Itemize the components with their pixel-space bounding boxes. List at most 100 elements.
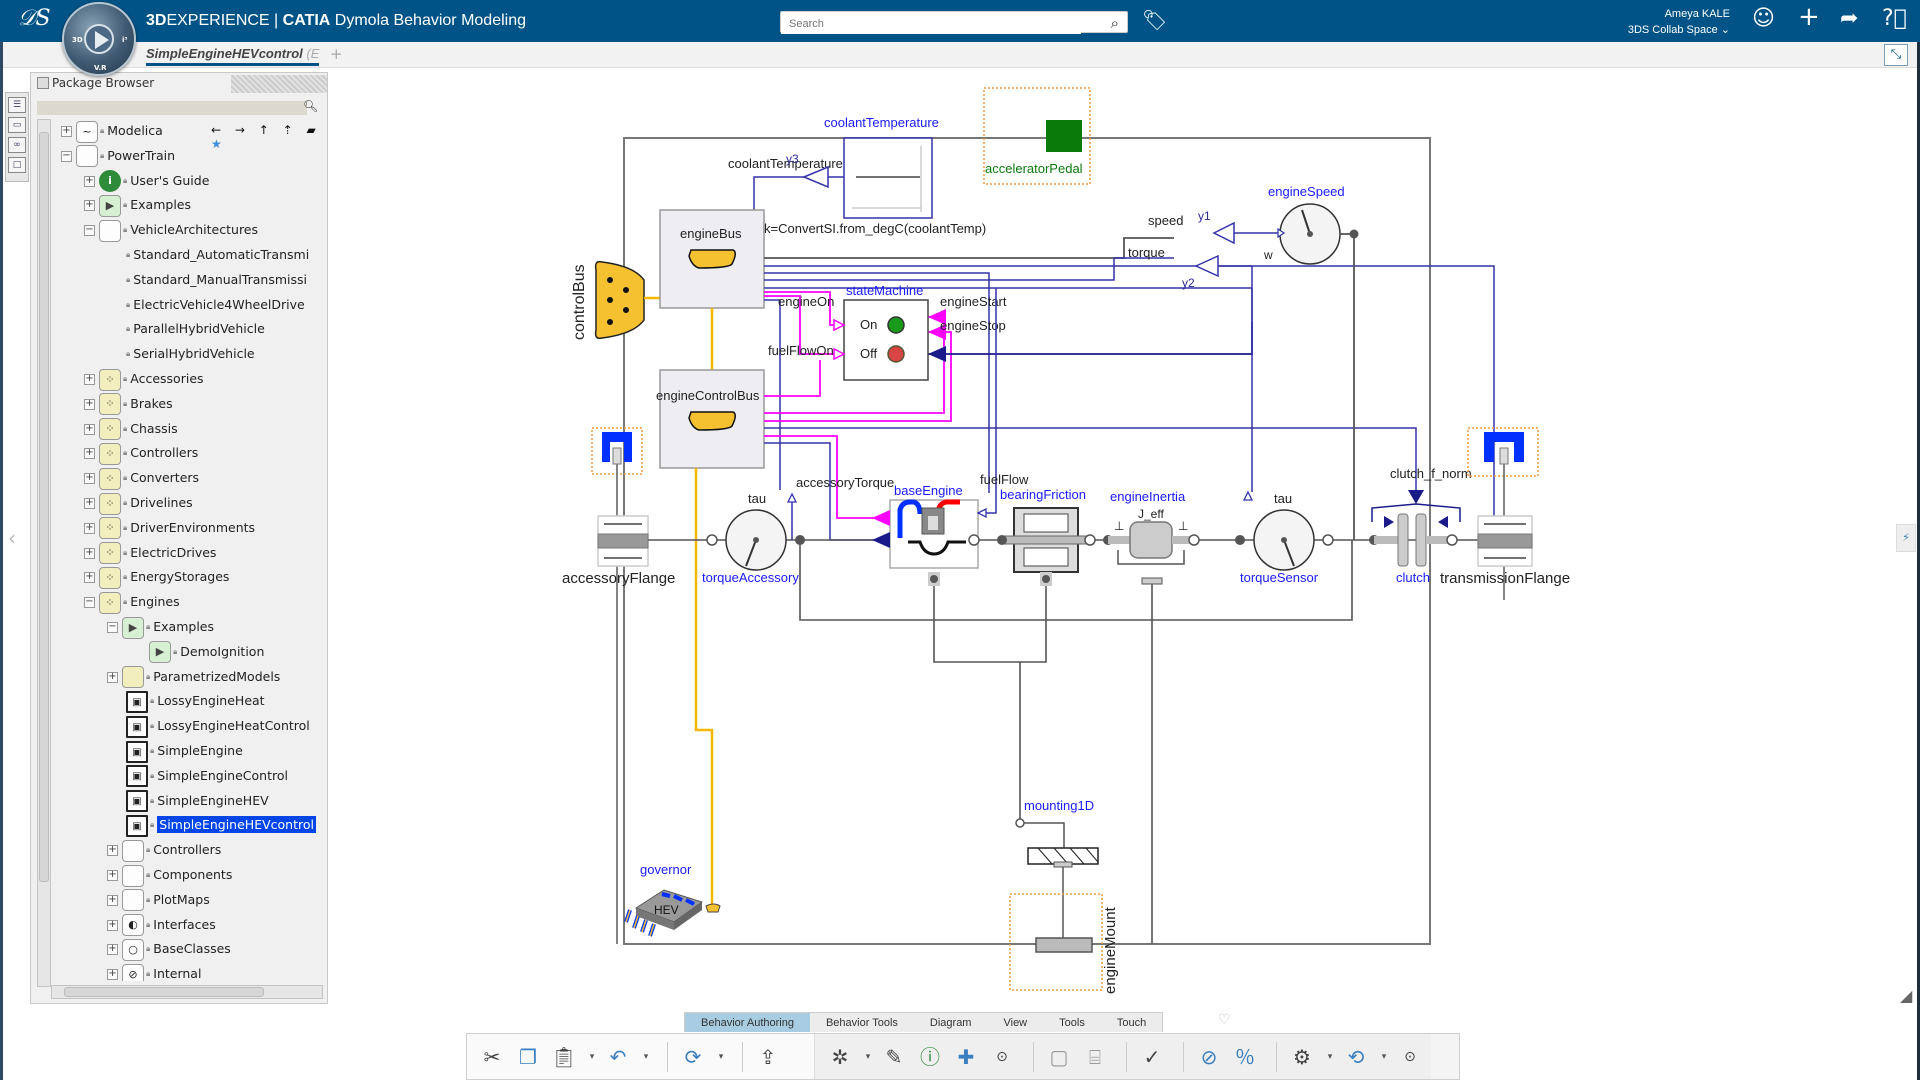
help-icon[interactable]: ?⃝ [1882,6,1907,31]
support-connector[interactable] [1042,575,1050,583]
tab-simpleenginehevcontrol[interactable]: SimpleEngineHEVcontrol (E [146,46,320,66]
expand-icon[interactable]: + [84,473,95,485]
navigation-arrows[interactable]: ← → ↑ ⇡ ▰ ★ [211,123,327,151]
expand-icon[interactable]: + [107,870,118,881]
fuel-flow-output[interactable] [976,507,987,519]
block-icon[interactable]: ▢ [1044,1042,1074,1072]
new-behavior-dropdown-icon[interactable]: ▾ [861,1042,875,1072]
settings-dropdown-icon[interactable]: ▾ [1323,1042,1337,1072]
expand-icon[interactable]: + [107,919,118,931]
tree-item[interactable]: + 🔒︎ ParametrizedModels [107,665,280,689]
user-profile-icon[interactable]: ☺ [1752,6,1775,31]
governor[interactable]: governor HEV [624,862,721,937]
engine-speed-sensor[interactable]: engineSpeed [1268,184,1359,265]
collapse-icon[interactable]: − [107,622,118,633]
engine-on-output[interactable] [833,318,846,332]
tree-item[interactable]: ▣ 🔒︎ SimpleEngineHEV [107,789,269,813]
tree-item[interactable]: ▣ 🔒︎ LossyEngineHeat [107,689,265,713]
unlink-icon[interactable]: ％ [1230,1042,1260,1072]
expand-icon[interactable]: + [84,200,95,212]
expand-icon[interactable]: + [84,572,95,584]
y2-output-connector[interactable] [1194,254,1219,278]
more-tools-icon[interactable]: ⊙ [987,1042,1017,1072]
tree-item[interactable]: + 🔒︎ PlotMaps [107,888,210,912]
tree-item[interactable]: + ▶ 🔒︎ Examples [84,193,191,217]
tree-item[interactable]: + ⁘ 🔒︎ Chassis [84,417,178,441]
update-dropdown-icon[interactable]: ▾ [714,1042,728,1072]
clutch[interactable]: clutch_f_norm clutch [1369,466,1472,585]
tree-item[interactable]: + ⁘ 🔒︎ Drivelines [84,491,193,515]
expand-icon[interactable]: + [107,671,118,683]
tree-item[interactable]: + ⁘ 🔒︎ Controllers [84,441,198,465]
package-filter-input[interactable] [37,101,307,115]
y1-output-connector[interactable] [1212,221,1235,245]
tree-item[interactable]: + ⁘ 🔒︎ ElectricDrives [84,541,216,565]
copy-icon[interactable]: ❐ [513,1042,543,1072]
fuel-flow-on-output[interactable] [833,347,846,361]
paste-icon[interactable]: 📋︎ [549,1042,579,1072]
tree-item[interactable]: − ▶ 🔒︎ Examples [107,615,214,639]
add-component-icon[interactable]: ✚ [951,1042,981,1072]
expand-icon[interactable]: + [84,448,95,460]
clutch-force-input[interactable] [1408,490,1424,504]
expand-icon[interactable]: + [84,498,95,509]
state-machine[interactable]: stateMachine On Off [833,283,946,381]
simulate-dropdown-icon[interactable]: ▾ [1377,1042,1391,1072]
tree-item[interactable]: − 🔒︎ PowerTrain [61,144,175,168]
play-icon[interactable] [95,31,109,49]
library-icon[interactable]: ▰ [307,123,321,137]
expand-icon[interactable]: + [107,894,118,906]
documentation-icon[interactable]: ⓘ [915,1042,945,1072]
engine-inertia[interactable]: engineInertia J_eff ⊥ ⊥ [1103,489,1200,585]
more-commands-icon[interactable]: ⊙ [1395,1042,1425,1072]
fuel-input[interactable] [872,510,890,526]
tree-item[interactable]: ▣ 🔒︎ LossyEngineHeatControl [107,714,310,738]
properties-panel-icon[interactable]: ⚡ [1896,524,1916,552]
cut-icon[interactable]: ✂ [477,1042,507,1072]
paste-dropdown-icon[interactable]: ▾ [585,1042,599,1072]
expand-icon[interactable]: + [84,374,95,385]
speed-input[interactable] [928,346,946,362]
tab-behavior-authoring[interactable]: Behavior Authoring [685,1013,810,1032]
find-icon[interactable]: 🔍︎ [303,99,318,113]
add-icon[interactable]: + [1798,2,1820,32]
flange-connector[interactable] [968,534,980,546]
tree-item[interactable]: + ⁘ 🔒︎ Brakes [84,392,173,416]
collapse-panel-icon[interactable]: ‹ [8,526,16,550]
nav-arrow-icons[interactable]: ← → ↑ [211,123,274,137]
tree-item[interactable]: + ◐ 🔒︎ Interfaces [107,913,216,937]
expand-icon[interactable]: + [61,126,72,137]
variables-view-icon[interactable]: ∞ [8,137,26,153]
tree-item[interactable]: 🔒︎ ElectricVehicle4WheelDrive [107,293,305,317]
transmission-flange-support[interactable] [1467,427,1539,477]
compass-widget[interactable]: 3D V.R i³ [62,2,136,76]
restore-view-button[interactable]: ⤡ [1884,44,1908,66]
tree-item[interactable]: + ~ 🔒︎ Modelica [61,119,163,143]
up-level-icon[interactable]: ⇡ [283,123,298,137]
edit-behavior-icon[interactable]: ✎ [879,1042,909,1072]
support-connector[interactable] [930,575,938,583]
share-export-icon[interactable]: ⇪ [753,1042,783,1072]
expand-icon[interactable]: + [84,522,95,534]
settings-icon[interactable]: ⚙ [1287,1042,1317,1072]
user-info[interactable]: Ameya KALE 3DS Collab Space ⌄ [1628,6,1730,38]
vertical-scrollbar[interactable] [37,119,51,987]
tree-item[interactable]: 🔒︎ Standard_ManualTransmissi [107,268,307,292]
mounting-1d[interactable]: mounting1D [1015,662,1099,938]
tree-item[interactable]: ▣ 🔒︎ SimpleEngine [107,739,243,763]
collapse-icon[interactable]: − [84,225,95,237]
collapse-icon[interactable]: − [61,150,72,162]
tree-view-icon[interactable]: ☰ [8,97,26,113]
tree-item[interactable]: + 🔒︎ Controllers [107,838,221,862]
diagram-canvas[interactable]: acceleratorPedal coolantTemperature cool… [334,70,1874,1010]
tree-item[interactable]: 🔒︎ Standard_AutomaticTransmi [107,243,309,267]
panel-drag-handle[interactable] [231,75,327,93]
transmission-flange[interactable]: transmissionFlange [1440,515,1570,587]
package-browser-tab-icon[interactable]: □ [8,157,26,173]
tree-item[interactable]: + 🔒︎ Components [107,863,232,887]
tree-item[interactable]: + ⊘ 🔒︎ Internal [107,962,201,981]
connector-icon[interactable]: ⌸ [1080,1042,1110,1072]
search-box[interactable]: ⌕ [780,11,1128,34]
simulate-icon[interactable]: ⟲ [1341,1042,1371,1072]
component-view-icon[interactable]: ▭ [8,117,26,133]
